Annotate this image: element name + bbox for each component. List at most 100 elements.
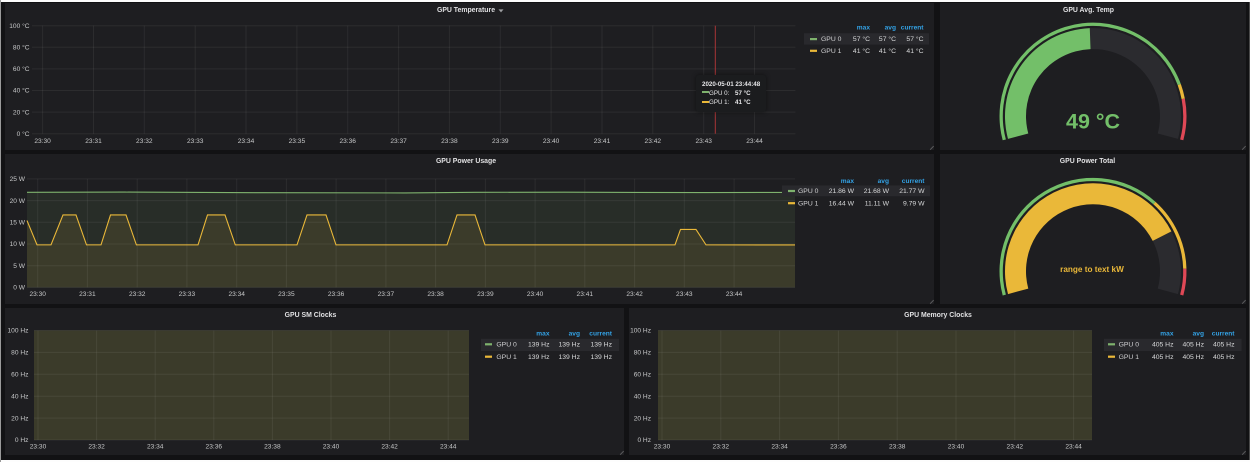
svg-text:57 °C: 57 °C bbox=[906, 35, 923, 43]
svg-text:avg: avg bbox=[885, 25, 896, 32]
svg-text:23:33: 23:33 bbox=[187, 138, 204, 145]
svg-text:GPU 1: GPU 1 bbox=[1119, 354, 1140, 361]
svg-text:23:36: 23:36 bbox=[328, 291, 345, 298]
svg-text:current: current bbox=[1212, 330, 1236, 337]
svg-text:23:42: 23:42 bbox=[381, 443, 398, 450]
svg-text:GPU 0: GPU 0 bbox=[496, 341, 517, 348]
svg-text:23:32: 23:32 bbox=[713, 443, 730, 450]
svg-text:41 °C: 41 °C bbox=[879, 47, 896, 55]
svg-text:23:42: 23:42 bbox=[1007, 443, 1024, 450]
svg-text:GPU SM Clocks: GPU SM Clocks bbox=[285, 312, 337, 319]
svg-text:40 Hz: 40 Hz bbox=[11, 393, 28, 400]
svg-text:0 Hz: 0 Hz bbox=[637, 437, 651, 444]
svg-text:23:33: 23:33 bbox=[179, 291, 196, 298]
svg-text:23:31: 23:31 bbox=[85, 138, 102, 145]
svg-text:23:30: 23:30 bbox=[654, 443, 671, 450]
svg-text:23:40: 23:40 bbox=[543, 138, 560, 145]
svg-text:405 Hz: 405 Hz bbox=[1213, 354, 1235, 361]
svg-text:GPU Temperature: GPU Temperature bbox=[437, 7, 495, 14]
svg-text:40 Hz: 40 Hz bbox=[634, 393, 651, 400]
svg-text:21.77 W: 21.77 W bbox=[899, 188, 925, 195]
svg-text:100 Hz: 100 Hz bbox=[7, 328, 28, 335]
svg-text:23:42: 23:42 bbox=[626, 291, 643, 298]
svg-text:23:41: 23:41 bbox=[577, 291, 594, 298]
svg-text:23:32: 23:32 bbox=[129, 291, 146, 298]
svg-text:GPU 0: GPU 0 bbox=[798, 188, 819, 195]
svg-text:23:38: 23:38 bbox=[427, 291, 444, 298]
svg-text:49 °C: 49 °C bbox=[1066, 109, 1120, 133]
svg-text:23:35: 23:35 bbox=[278, 291, 295, 298]
svg-text:23:32: 23:32 bbox=[136, 138, 153, 145]
svg-text:GPU 1: GPU 1 bbox=[798, 200, 819, 207]
svg-text:57 °C: 57 °C bbox=[879, 35, 896, 43]
svg-text:139 Hz: 139 Hz bbox=[590, 341, 612, 348]
svg-text:0 W: 0 W bbox=[13, 285, 25, 292]
svg-text:60 Hz: 60 Hz bbox=[11, 372, 28, 379]
svg-text:max: max bbox=[536, 330, 550, 337]
svg-text:139 Hz: 139 Hz bbox=[590, 354, 612, 361]
svg-text:15 W: 15 W bbox=[10, 220, 26, 227]
svg-text:GPU 0: GPU 0 bbox=[1119, 341, 1140, 348]
svg-text:23:44: 23:44 bbox=[1065, 443, 1082, 450]
svg-text:405 Hz: 405 Hz bbox=[1152, 354, 1174, 361]
svg-text:25 W: 25 W bbox=[10, 176, 26, 183]
svg-text:60 °C: 60 °C bbox=[13, 65, 30, 73]
svg-text:23:44: 23:44 bbox=[746, 138, 763, 145]
svg-text:20 W: 20 W bbox=[10, 198, 26, 205]
svg-text:16.44 W: 16.44 W bbox=[829, 200, 855, 207]
svg-text:current: current bbox=[589, 330, 613, 337]
svg-text:23:32: 23:32 bbox=[88, 443, 105, 450]
svg-text:23:36: 23:36 bbox=[206, 443, 223, 450]
svg-text:41 °C: 41 °C bbox=[853, 47, 870, 55]
svg-text:23:40: 23:40 bbox=[948, 443, 965, 450]
svg-text:23:38: 23:38 bbox=[889, 443, 906, 450]
svg-text:23:30: 23:30 bbox=[30, 443, 47, 450]
svg-text:23:37: 23:37 bbox=[390, 138, 407, 145]
svg-text:avg: avg bbox=[878, 178, 889, 185]
svg-text:80 Hz: 80 Hz bbox=[634, 350, 651, 357]
svg-text:max: max bbox=[857, 25, 871, 32]
svg-text:23:35: 23:35 bbox=[289, 138, 306, 145]
svg-text:10 W: 10 W bbox=[10, 241, 26, 248]
svg-text:9.79 W: 9.79 W bbox=[903, 200, 925, 207]
svg-text:23:30: 23:30 bbox=[29, 291, 46, 298]
svg-text:20 °C: 20 °C bbox=[13, 108, 30, 116]
svg-text:max: max bbox=[1160, 330, 1174, 337]
svg-text:23:36: 23:36 bbox=[830, 443, 847, 450]
svg-text:23:44: 23:44 bbox=[726, 291, 743, 298]
svg-text:405 Hz: 405 Hz bbox=[1182, 341, 1204, 348]
svg-text:40 °C: 40 °C bbox=[13, 87, 30, 95]
svg-text:23:40: 23:40 bbox=[323, 443, 340, 450]
svg-text:139 Hz: 139 Hz bbox=[528, 341, 550, 348]
svg-text:20 Hz: 20 Hz bbox=[634, 415, 651, 422]
svg-text:23:37: 23:37 bbox=[378, 291, 395, 298]
svg-text:80 Hz: 80 Hz bbox=[11, 350, 28, 357]
svg-text:100 Hz: 100 Hz bbox=[630, 328, 651, 335]
svg-text:GPU Power Total: GPU Power Total bbox=[1060, 158, 1115, 165]
svg-text:avg: avg bbox=[1193, 330, 1204, 337]
svg-text:GPU Memory Clocks: GPU Memory Clocks bbox=[904, 312, 972, 319]
svg-text:23:31: 23:31 bbox=[79, 291, 96, 298]
svg-text:0 °C: 0 °C bbox=[17, 130, 30, 138]
svg-text:139 Hz: 139 Hz bbox=[558, 354, 580, 361]
svg-text:23:30: 23:30 bbox=[34, 138, 51, 145]
svg-text:23:34: 23:34 bbox=[771, 443, 788, 450]
svg-text:21.68 W: 21.68 W bbox=[864, 188, 890, 195]
svg-text:23:40: 23:40 bbox=[527, 291, 544, 298]
svg-text:405 Hz: 405 Hz bbox=[1213, 341, 1235, 348]
svg-text:139 Hz: 139 Hz bbox=[558, 341, 580, 348]
svg-text:11.11 W: 11.11 W bbox=[865, 200, 890, 207]
svg-text:20 Hz: 20 Hz bbox=[11, 415, 28, 422]
svg-text:23:43: 23:43 bbox=[676, 291, 693, 298]
svg-text:23:44: 23:44 bbox=[440, 443, 457, 450]
svg-text:5 W: 5 W bbox=[13, 263, 25, 270]
svg-text:139 Hz: 139 Hz bbox=[528, 354, 550, 361]
svg-text:100 °C: 100 °C bbox=[9, 22, 29, 30]
svg-text:GPU 1: GPU 1 bbox=[821, 48, 842, 55]
svg-text:23:36: 23:36 bbox=[339, 138, 356, 145]
svg-text:max: max bbox=[841, 178, 855, 185]
svg-text:GPU 1: GPU 1 bbox=[496, 354, 517, 361]
svg-text:23:38: 23:38 bbox=[441, 138, 458, 145]
svg-text:23:43: 23:43 bbox=[695, 138, 712, 145]
svg-text:GPU Avg. Temp: GPU Avg. Temp bbox=[1063, 7, 1114, 14]
